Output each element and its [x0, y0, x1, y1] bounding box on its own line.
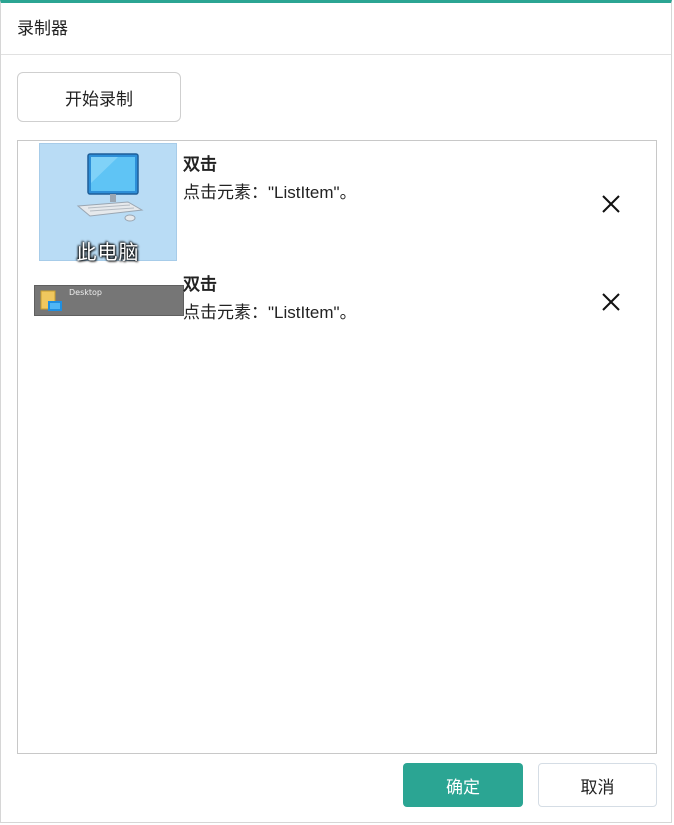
- step-action: 双击: [183, 275, 217, 294]
- ok-button[interactable]: 确定: [403, 763, 523, 807]
- folder-icon: [40, 290, 62, 311]
- step-description: 点击元素："ListItem"。: [183, 303, 357, 322]
- list-item[interactable]: 此电脑 双击 点击元素："ListItem"。: [18, 141, 656, 264]
- title-bar: 录制器: [1, 3, 671, 55]
- window-title: 录制器: [17, 19, 68, 38]
- list-item[interactable]: Desktop 双击 点击元素："ListItem"。: [18, 275, 656, 335]
- thumbnail-label: Desktop: [69, 288, 102, 297]
- thumbnail-label: 此电脑: [76, 242, 140, 264]
- step-thumbnail: 此电脑: [39, 143, 177, 264]
- recorder-dialog: 录制器 开始录制 此电脑 双击 点击元素："ListItem"。 Desktop…: [0, 0, 672, 823]
- step-thumbnail: Desktop: [34, 285, 184, 316]
- step-action: 双击: [183, 155, 217, 174]
- steps-list[interactable]: 此电脑 双击 点击元素："ListItem"。 Desktop 双击 点击元素：…: [17, 140, 657, 754]
- step-description: 点击元素："ListItem"。: [183, 183, 357, 202]
- close-icon[interactable]: [598, 191, 624, 217]
- cancel-button[interactable]: 取消: [538, 763, 657, 807]
- computer-icon: [76, 153, 144, 222]
- start-recording-button[interactable]: 开始录制: [17, 72, 181, 122]
- close-icon[interactable]: [598, 289, 624, 315]
